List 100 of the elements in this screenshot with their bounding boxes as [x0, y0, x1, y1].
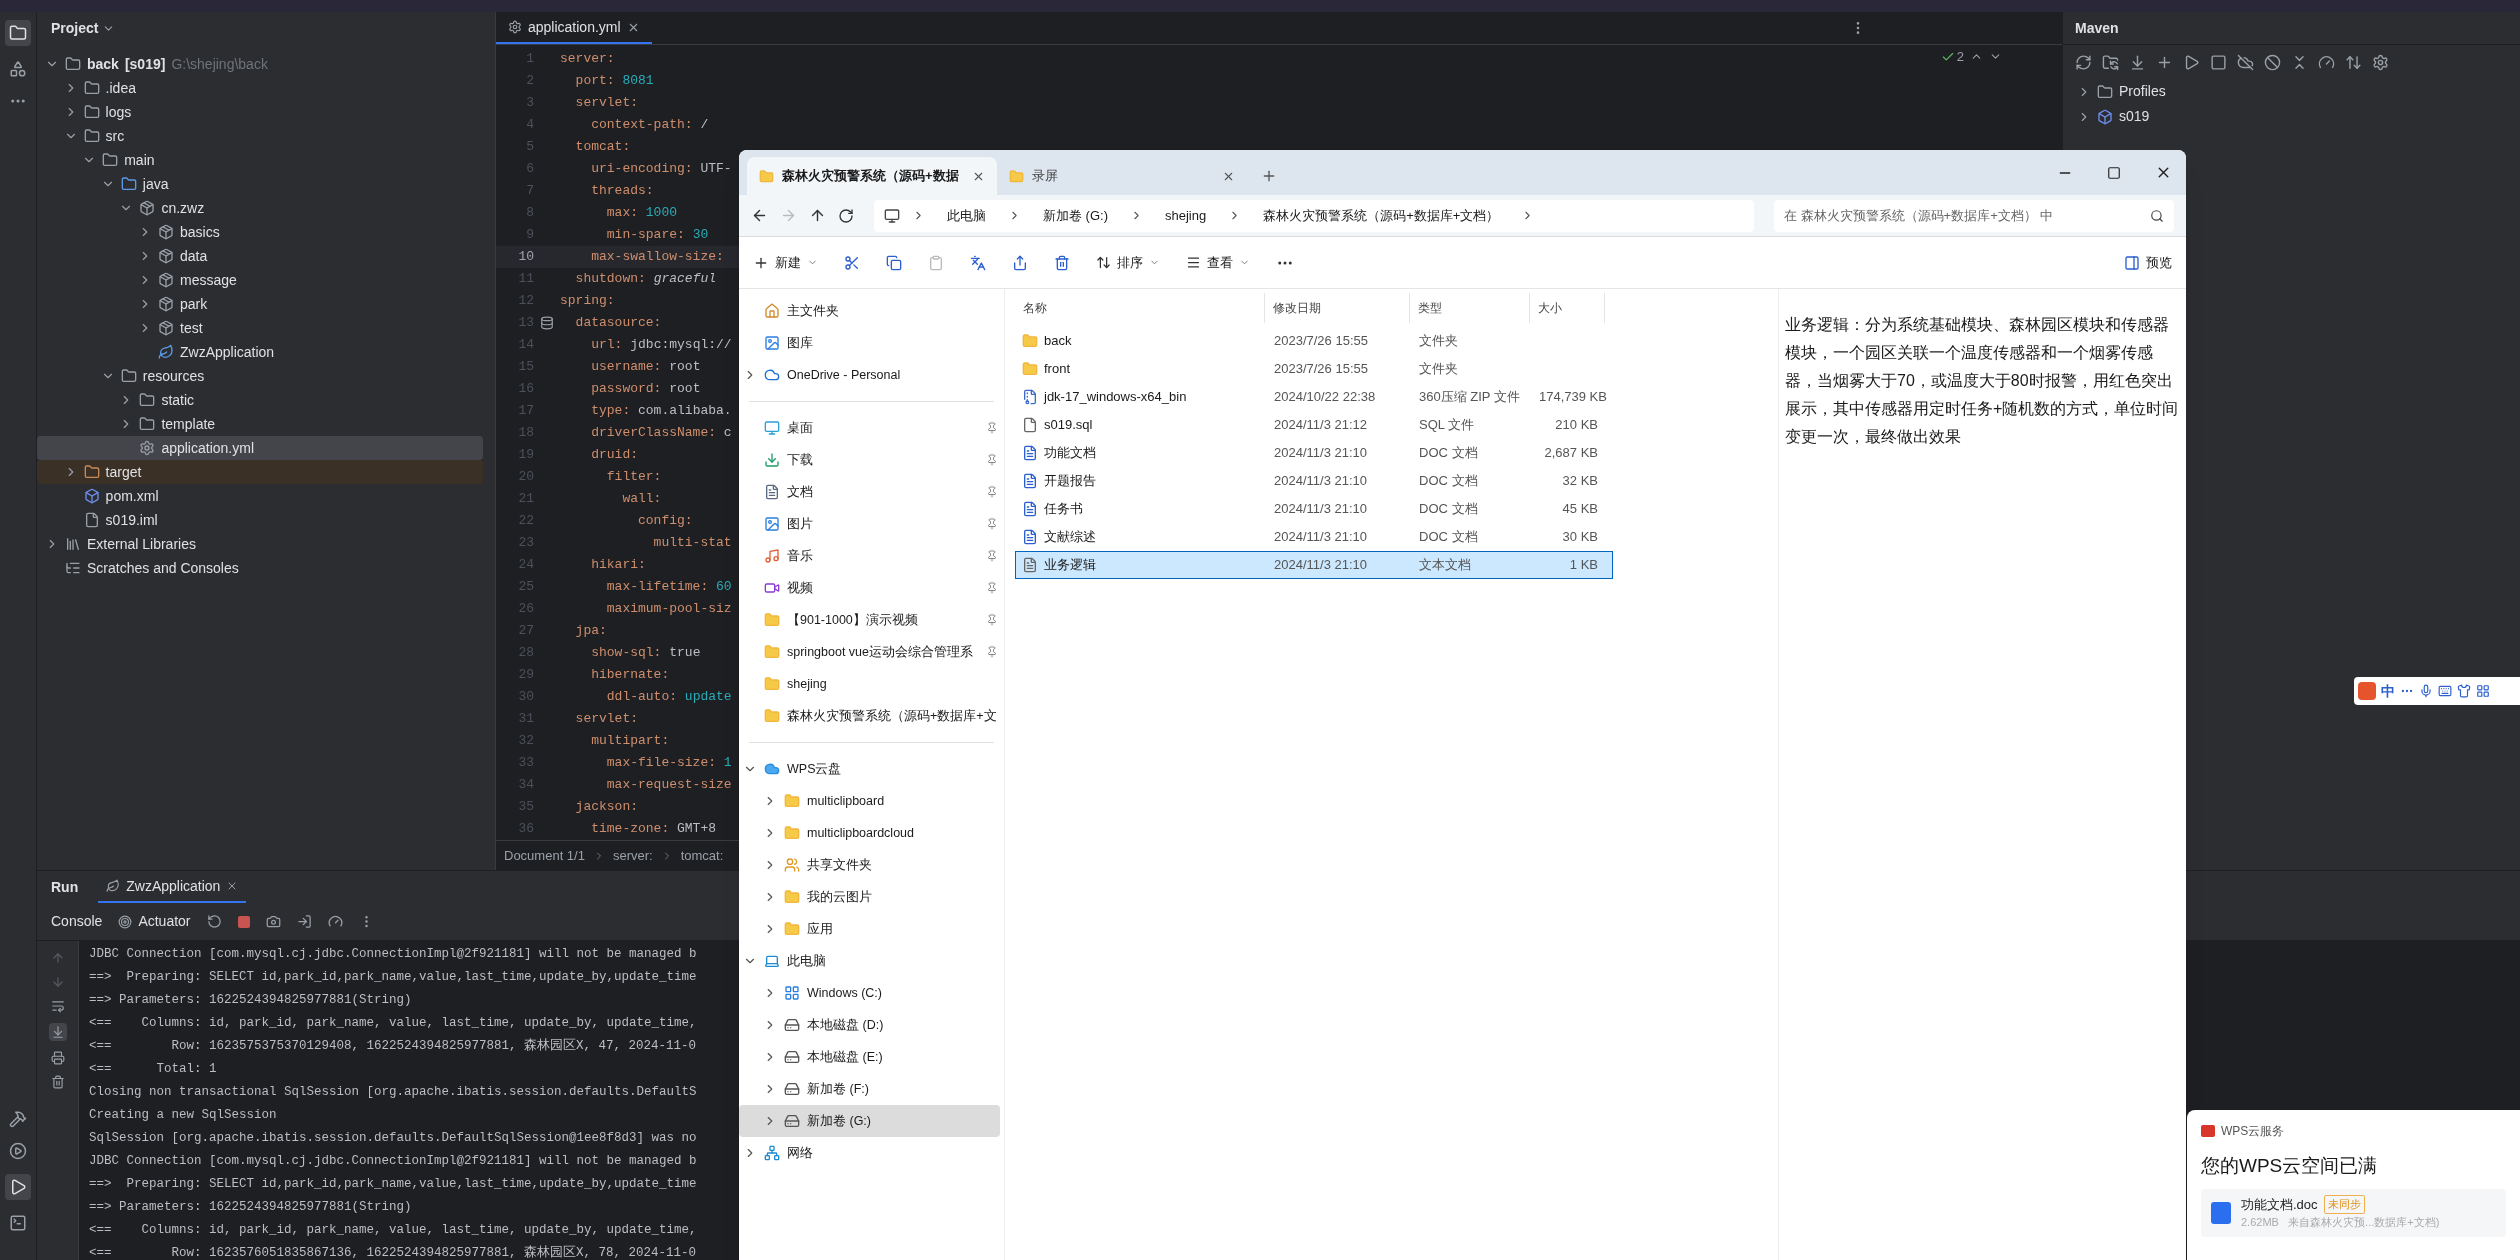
exit-icon[interactable] — [296, 914, 312, 929]
analyze-icon[interactable] — [2318, 53, 2335, 71]
skin-icon[interactable] — [2457, 684, 2471, 698]
maximize-icon[interactable] — [2107, 165, 2121, 180]
address-segment[interactable]: 新加卷 (G:) — [1033, 205, 1118, 226]
tree-item[interactable]: test — [37, 316, 483, 340]
new-tab-icon[interactable] — [1261, 168, 1277, 184]
file-row[interactable]: front 2023/7/26 15:55 文件夹 — [1015, 355, 1613, 383]
tree-item[interactable]: static — [37, 388, 483, 412]
column-header[interactable]: 大小 — [1530, 293, 1605, 323]
nav-item[interactable]: shejing — [739, 668, 1000, 700]
tree-item[interactable]: pom.xml — [37, 484, 483, 508]
file-row[interactable]: jdk-17_windows-x64_bin 2024/10/22 22:38 360压缩 ZIP 文件 174,739 KB — [1015, 383, 1613, 411]
gauge-icon[interactable] — [327, 914, 343, 929]
settings-icon[interactable] — [2372, 53, 2389, 71]
nav-item[interactable]: 应用 — [739, 913, 1000, 945]
nav-item[interactable]: 桌面 — [739, 412, 1000, 444]
nav-item[interactable]: 【901-1000】演示视频 — [739, 604, 1000, 636]
tree-item[interactable]: java — [37, 172, 483, 196]
nav-item[interactable]: WPS云盘 — [739, 753, 1000, 785]
window-tab[interactable]: 森林火灾预警系统（源码+数据 — [747, 157, 997, 195]
file-row[interactable]: 任务书 2024/11/3 21:10 DOC 文档 45 KB — [1015, 495, 1613, 523]
nav-item[interactable]: OneDrive - Personal — [739, 359, 1000, 391]
scroll-end-button[interactable] — [48, 1023, 67, 1041]
editor-tab[interactable]: application.yml — [496, 12, 652, 44]
panel-title[interactable]: Project — [51, 18, 99, 39]
new-button[interactable]: 新建 — [753, 252, 818, 273]
toolbox-icon[interactable] — [2476, 684, 2490, 698]
folder-sync-icon[interactable] — [2102, 53, 2119, 71]
breadcrumb[interactable]: tomcat: — [680, 845, 724, 866]
project-tool-button[interactable] — [5, 20, 31, 46]
file-row[interactable]: 业务逻辑 2024/11/3 21:10 文本文档 1 KB — [1015, 551, 1613, 579]
address-segment[interactable]: 此电脑 — [937, 205, 996, 226]
hammer-icon[interactable] — [9, 1110, 27, 1128]
nav-item[interactable]: 森林火灾预警系统（源码+数据库+文 — [739, 700, 1000, 732]
file-row[interactable]: 文献综述 2024/11/3 21:10 DOC 文档 30 KB — [1015, 523, 1613, 551]
nav-item[interactable]: 此电脑 — [739, 945, 1000, 977]
nav-item[interactable]: 网络 — [739, 1137, 1000, 1169]
tree-item[interactable]: logs — [37, 100, 483, 124]
file-row[interactable]: s019.sql 2024/11/3 21:12 SQL 文件 210 KB — [1015, 411, 1613, 439]
column-header[interactable]: 名称 — [1015, 293, 1265, 323]
nav-item[interactable]: 音乐 — [739, 540, 1000, 572]
view-button[interactable]: 查看 — [1186, 252, 1250, 273]
tree-item[interactable]: target — [37, 460, 483, 484]
wrap-icon[interactable] — [50, 999, 65, 1013]
column-header[interactable]: 类型 — [1410, 293, 1530, 323]
cut-icon[interactable] — [844, 254, 860, 271]
sort-button[interactable]: 排序 — [1096, 252, 1160, 273]
file-row[interactable]: 功能文档 2024/11/3 21:10 DOC 文档 2,687 KB — [1015, 439, 1613, 467]
tree-item[interactable]: s019.iml — [37, 508, 483, 532]
nav-item[interactable]: 共享文件夹 — [739, 849, 1000, 881]
run-tab[interactable]: ZwzApplication — [98, 871, 247, 903]
search-field[interactable]: 在 森林火灾预警系统（源码+数据库+文档） 中 — [1774, 199, 2174, 232]
file-row[interactable]: back 2023/7/26 15:55 文件夹 — [1015, 327, 1613, 355]
rerun-icon[interactable] — [206, 914, 222, 929]
nav-item[interactable]: springboot vue运动会综合管理系 — [739, 636, 1000, 668]
nav-item[interactable]: Windows (C:) — [739, 977, 1000, 1009]
file-card[interactable]: 功能文档.doc 未同步 2.62MB 来自森林火灾预...数据库+文档) — [2201, 1188, 2506, 1237]
column-header[interactable]: 修改日期 — [1265, 293, 1410, 323]
skip-icon[interactable] — [2264, 53, 2281, 71]
refresh-icon[interactable] — [838, 207, 854, 224]
nav-item[interactable]: multiclipboardcloud — [739, 817, 1000, 849]
stop-icon[interactable] — [237, 915, 250, 928]
nav-item[interactable]: 我的云图片 — [739, 881, 1000, 913]
tree-item[interactable]: s019 — [2063, 104, 2520, 129]
problems-count[interactable]: 2 — [1940, 47, 1964, 67]
nav-item[interactable]: multiclipboard — [739, 785, 1000, 817]
nav-item[interactable]: 新加卷 (G:) — [739, 1105, 1000, 1137]
terminal-icon[interactable] — [9, 1214, 27, 1232]
mic-icon[interactable] — [2419, 684, 2433, 698]
tree-item[interactable]: Scratches and Consoles — [37, 556, 483, 580]
nav-item[interactable]: 本地磁盘 (D:) — [739, 1009, 1000, 1041]
tree-item[interactable]: src — [37, 124, 483, 148]
tree-item[interactable]: basics — [37, 220, 483, 244]
tree-item[interactable]: application.yml — [37, 436, 483, 460]
share-icon[interactable] — [1012, 254, 1028, 271]
tree-item[interactable]: Profiles — [2063, 79, 2520, 104]
tree-item[interactable]: park — [37, 292, 483, 316]
nav-item[interactable]: 文档 — [739, 476, 1000, 508]
window-icon[interactable] — [2210, 53, 2227, 71]
tree-item[interactable]: data — [37, 244, 483, 268]
reload-icon[interactable] — [2075, 53, 2092, 71]
nav-item[interactable]: 主文件夹 — [739, 295, 1000, 327]
nav-item[interactable]: 新加卷 (F:) — [739, 1073, 1000, 1105]
tree-item[interactable]: message — [37, 268, 483, 292]
tree-item[interactable]: cn.zwz — [37, 196, 483, 220]
nav-item[interactable]: 视频 — [739, 572, 1000, 604]
preview-button[interactable]: 预览 — [2124, 252, 2172, 273]
window-tab[interactable]: 录屏 — [997, 157, 1247, 195]
tree-item[interactable]: .idea — [37, 76, 483, 100]
console-tab[interactable]: Actuator — [118, 911, 191, 932]
tree-item[interactable]: External Libraries — [37, 532, 483, 556]
nav-item[interactable]: 图库 — [739, 327, 1000, 359]
tree-item[interactable]: resources — [37, 364, 483, 388]
cloud-off-icon[interactable] — [2237, 53, 2254, 71]
up-icon[interactable] — [809, 207, 826, 224]
run-tool-button[interactable] — [5, 1174, 31, 1200]
breadcrumb[interactable]: Document 1/1 — [504, 845, 585, 866]
keyboard-icon[interactable] — [2438, 684, 2452, 698]
trash-icon[interactable] — [50, 1075, 65, 1089]
